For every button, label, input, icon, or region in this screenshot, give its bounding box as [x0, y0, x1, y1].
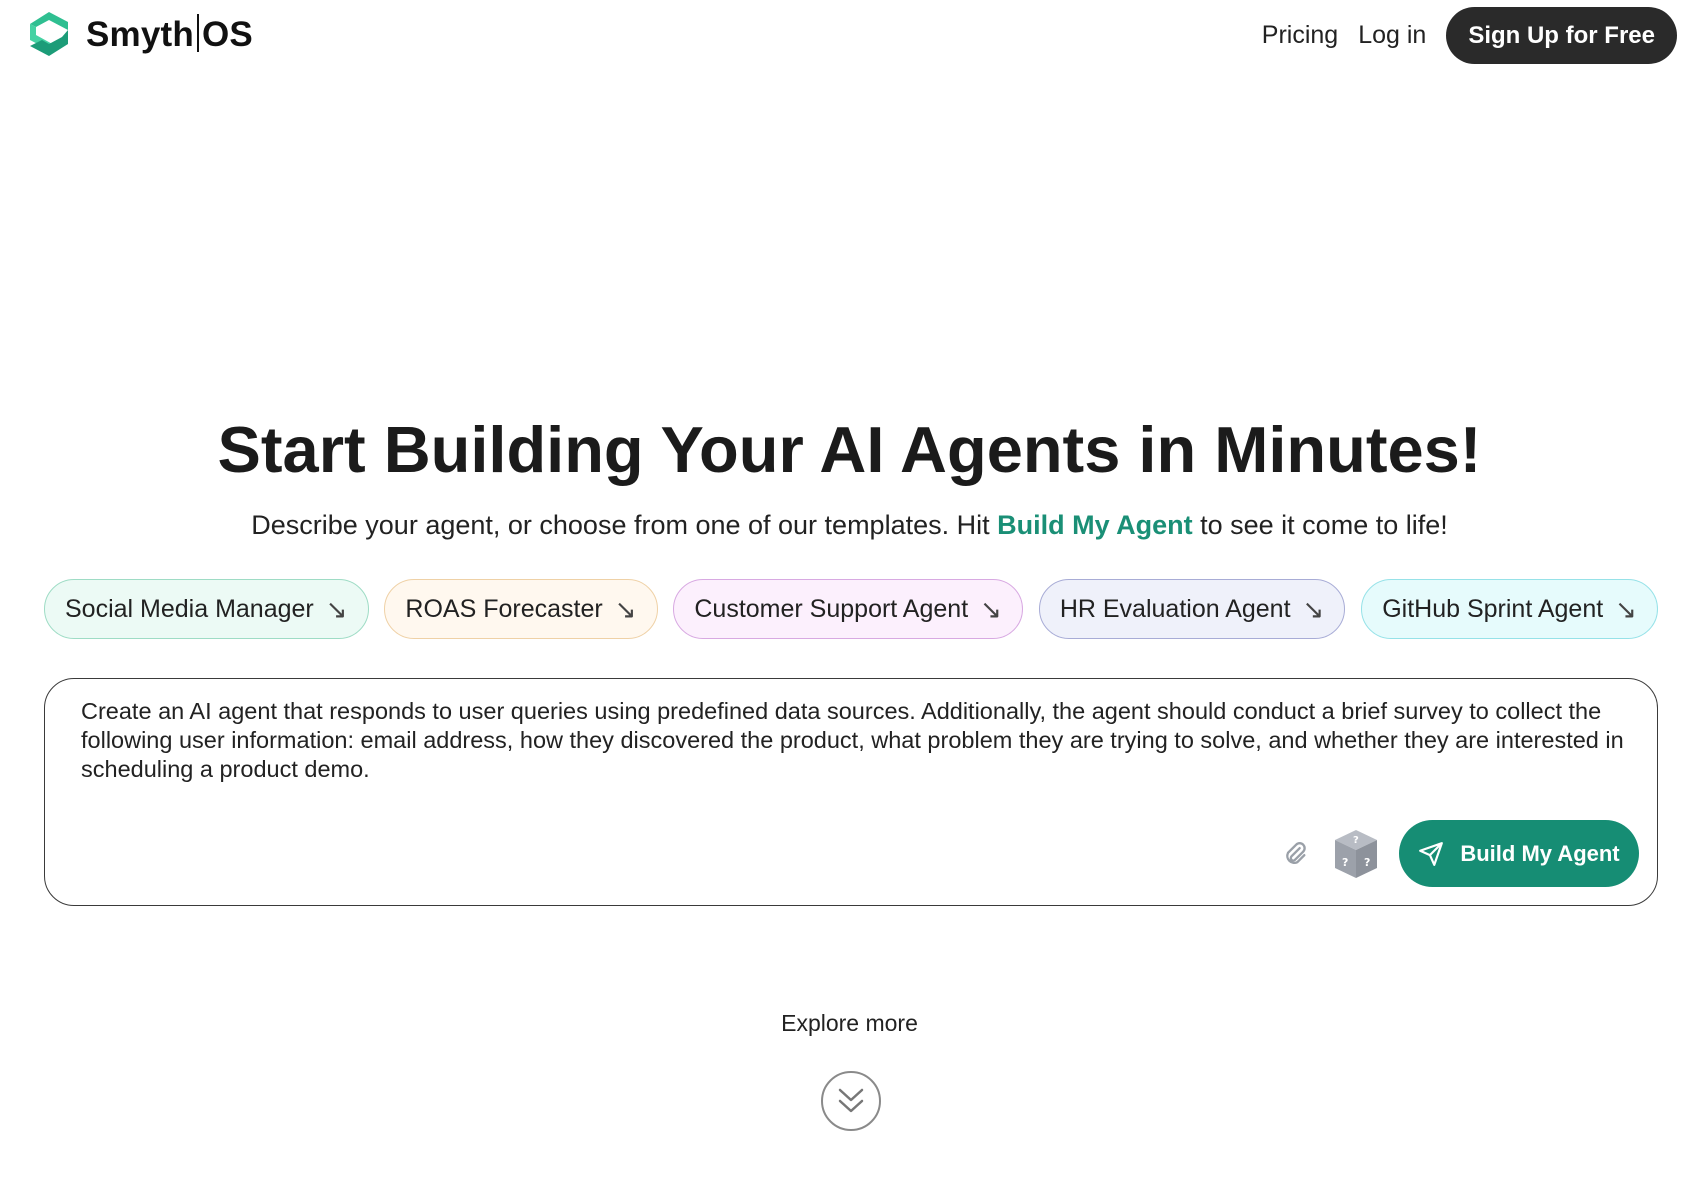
- template-chips: Social Media Manager ↘ ROAS Forecaster ↘ C…: [44, 579, 1658, 639]
- svg-text:?: ?: [1342, 856, 1348, 869]
- subtitle: Describe your agent, or choose from one …: [251, 510, 1448, 540]
- arrow-down-right-icon: ↘: [325, 593, 348, 624]
- top-nav: Pricing Log in Sign Up for Free: [1262, 7, 1677, 64]
- scroll-down-chevron-icon[interactable]: [820, 1070, 882, 1132]
- random-dice-icon[interactable]: ? ? ?: [1331, 828, 1381, 880]
- arrow-down-right-icon: ↘: [1302, 593, 1325, 624]
- brand-name: Smyth OS: [86, 13, 253, 54]
- template-chip-roas-forecaster[interactable]: ROAS Forecaster ↘: [384, 579, 658, 639]
- arrow-down-right-icon: ↘: [614, 593, 637, 624]
- explore-more-label[interactable]: Explore more: [0, 1010, 1699, 1037]
- agent-prompt-box: Create an AI agent that responds to user…: [44, 678, 1658, 906]
- svg-text:?: ?: [1364, 856, 1370, 869]
- svg-text:?: ?: [1353, 835, 1359, 846]
- page-title: Start Building Your AI Agents in Minutes…: [217, 413, 1482, 486]
- template-chip-social-media-manager[interactable]: Social Media Manager ↘: [44, 579, 369, 639]
- logo[interactable]: Smyth OS: [26, 10, 253, 58]
- arrow-down-right-icon: ↘: [1615, 593, 1637, 624]
- build-my-agent-button[interactable]: Build My Agent: [1399, 820, 1639, 887]
- subtitle-highlight: Build My Agent: [997, 510, 1193, 540]
- login-link[interactable]: Log in: [1358, 21, 1426, 50]
- template-chip-hr-evaluation-agent[interactable]: HR Evaluation Agent ↘: [1038, 579, 1346, 639]
- send-icon: [1419, 841, 1444, 866]
- template-chip-github-sprint-agent[interactable]: GitHub Sprint Agent ↘: [1361, 579, 1658, 639]
- paperclip-icon[interactable]: [1281, 840, 1309, 868]
- pricing-link[interactable]: Pricing: [1262, 21, 1338, 50]
- template-chip-customer-support-agent[interactable]: Customer Support Agent ↘: [673, 579, 1023, 639]
- arrow-down-right-icon: ↘: [980, 593, 1002, 624]
- smythos-logo-icon: [30, 12, 68, 56]
- agent-prompt-input[interactable]: Create an AI agent that responds to user…: [81, 697, 1627, 784]
- signup-button[interactable]: Sign Up for Free: [1446, 7, 1677, 64]
